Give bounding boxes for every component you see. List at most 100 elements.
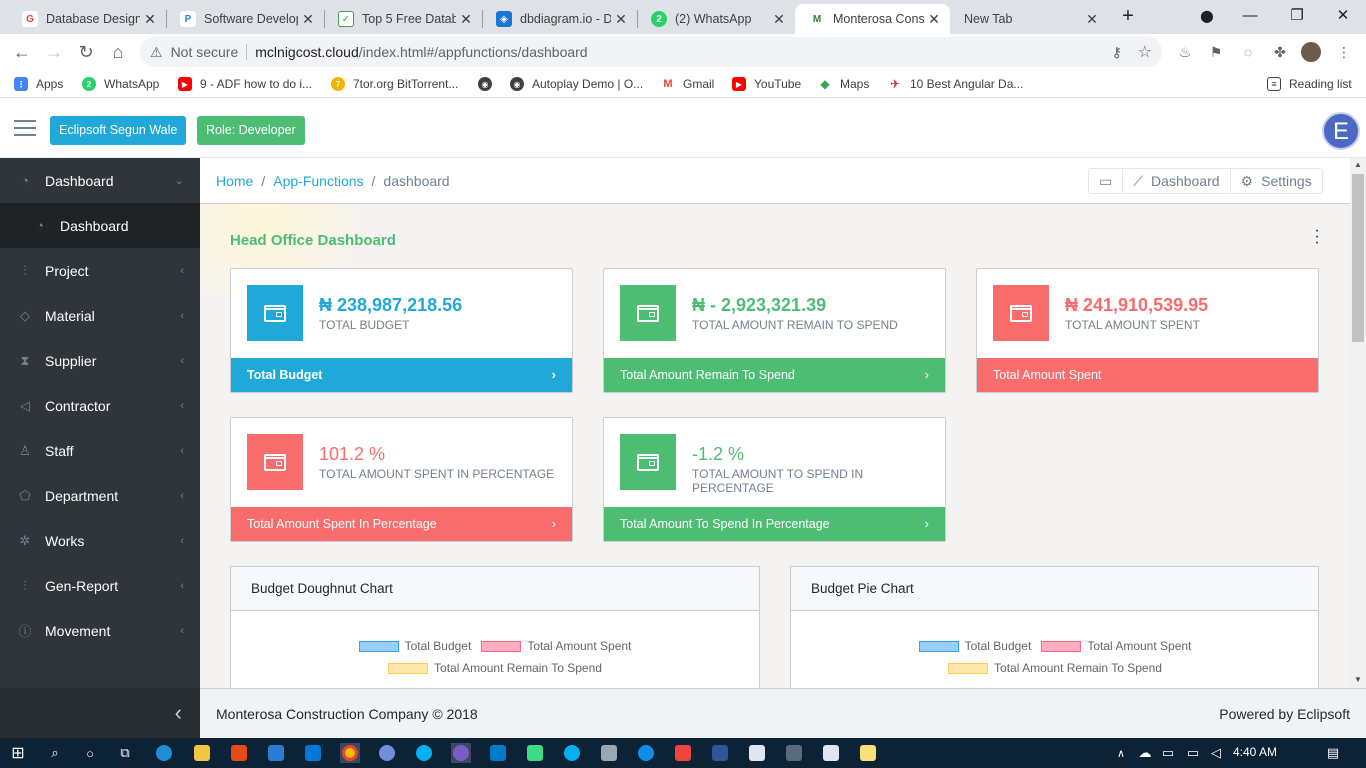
close-tab-icon[interactable]: ✕ xyxy=(140,11,160,28)
sidebar-item-dashboard[interactable]: ◔ Dashboard ⌄ xyxy=(0,158,200,203)
new-tab-icon[interactable]: + xyxy=(1108,4,1148,28)
legend-item[interactable]: Total Amount Spent xyxy=(1041,639,1191,653)
sidebar-item-gen-report[interactable]: ⫶ Gen-Report ‹ xyxy=(0,563,200,608)
more-options-icon[interactable]: · · · xyxy=(1311,223,1323,251)
scroll-down-icon[interactable]: ▼ xyxy=(1352,675,1364,684)
menu-dots-icon[interactable]: ⋮ xyxy=(1334,42,1354,62)
vscode-icon[interactable] xyxy=(488,743,508,763)
legend-item[interactable]: Total Budget xyxy=(358,639,471,653)
browser-tab[interactable]: New Tab ✕ xyxy=(950,4,1108,34)
bookmark-adf[interactable]: ▶ 9 - ADF how to do i... xyxy=(178,75,312,93)
legend-item[interactable]: Total Amount Remain To Spend xyxy=(948,661,1162,675)
sidebar-item-material[interactable]: ◇ Material ‹ xyxy=(0,293,200,338)
app-icon[interactable] xyxy=(821,743,841,763)
bookmark-gmail[interactable]: M Gmail xyxy=(661,75,714,93)
home-icon[interactable]: ⌂ xyxy=(106,40,130,64)
notifications-icon[interactable]: ▤ xyxy=(1323,743,1343,763)
close-tab-icon[interactable]: ✕ xyxy=(611,11,631,28)
hamburger-menu-icon[interactable] xyxy=(14,120,36,138)
app-icon[interactable] xyxy=(747,743,767,763)
chrome-canary-icon[interactable] xyxy=(377,743,397,763)
card-footer-link[interactable]: Total Amount Spent In Percentage › xyxy=(231,507,572,541)
legend-item[interactable]: Total Budget xyxy=(918,639,1031,653)
browser-tab[interactable]: P Software Develop ✕ xyxy=(166,4,324,34)
sidebar-item-project[interactable]: ⫶ Project ‹ xyxy=(0,248,200,293)
cloud-icon[interactable]: ☁ xyxy=(1135,743,1155,763)
dashboard-link[interactable]: ⟋ Dashboard xyxy=(1122,169,1229,193)
restore-icon[interactable]: ❐ xyxy=(1277,4,1317,28)
windows-start-icon[interactable]: ⊞ xyxy=(8,743,28,763)
close-tab-icon[interactable]: ✕ xyxy=(769,11,789,28)
forward-icon[interactable]: → xyxy=(42,40,66,64)
close-tab-icon[interactable]: ✕ xyxy=(1082,11,1102,28)
sidebar-item-department[interactable]: ⬠ Department ‹ xyxy=(0,473,200,518)
browser-tab-active[interactable]: M Monterosa Const ✕ xyxy=(795,4,950,34)
sidebar-item-movement[interactable]: ⓘ Movement ‹ xyxy=(0,608,200,653)
search-icon[interactable]: ⌕ xyxy=(45,743,65,763)
extension-icon[interactable]: ⚑ xyxy=(1206,42,1226,62)
bookmark-7tor[interactable]: 7 7tor.org BitTorrent... xyxy=(331,75,458,93)
scroll-up-icon[interactable]: ▲ xyxy=(1352,160,1364,169)
close-tab-icon[interactable]: ✕ xyxy=(298,11,318,28)
app-icon[interactable] xyxy=(451,743,471,763)
notes-icon[interactable] xyxy=(858,743,878,763)
bookmark-whatsapp[interactable]: 2 WhatsApp xyxy=(82,75,159,93)
sidebar-item-contractor[interactable]: ◁ Contractor ‹ xyxy=(0,383,200,428)
network-icon[interactable]: ▭ xyxy=(1158,743,1178,763)
url-text[interactable]: mclnigcost.cloud/index.html#/appfunction… xyxy=(255,44,587,60)
cortana-icon[interactable]: ○ xyxy=(80,743,100,763)
browser-tab[interactable]: ◈ dbdiagram.io - D ✕ xyxy=(482,4,637,34)
puzzle-icon[interactable]: ✤ xyxy=(1270,42,1290,62)
battery-icon[interactable]: ▭ xyxy=(1183,743,1203,763)
bookmark-autoplay[interactable]: ◉ Autoplay Demo | O... xyxy=(510,75,643,93)
address-bar[interactable]: ⚠ Not secure mclnigcost.cloud/index.html… xyxy=(140,37,1162,67)
close-tab-icon[interactable]: ✕ xyxy=(456,11,476,28)
browser-tab[interactable]: 2 (2) WhatsApp ✕ xyxy=(637,4,795,34)
browser-tab[interactable]: ✓ Top 5 Free Datab ✕ xyxy=(324,4,482,34)
bookmark-maps[interactable]: ◆ Maps xyxy=(818,75,869,93)
close-tab-icon[interactable]: ✕ xyxy=(924,11,944,28)
reading-list[interactable]: ≡ Reading list xyxy=(1267,75,1352,93)
card-footer-link[interactable]: Total Budget › xyxy=(231,358,572,392)
sidebar-item-works[interactable]: ✲ Works ‹ xyxy=(0,518,200,563)
remote-desktop-icon[interactable] xyxy=(599,743,619,763)
profile-avatar[interactable] xyxy=(1301,42,1321,62)
app-icon[interactable] xyxy=(784,743,804,763)
edge-icon[interactable] xyxy=(154,743,174,763)
sidebar-item-staff[interactable]: ♙ Staff ‹ xyxy=(0,428,200,473)
extension-icon[interactable]: ◌ xyxy=(1238,42,1258,62)
close-window-icon[interactable]: ✕ xyxy=(1323,4,1363,28)
anydesk-icon[interactable] xyxy=(673,743,693,763)
legend-item[interactable]: Total Amount Remain To Spend xyxy=(388,661,602,675)
company-button[interactable]: Eclipsoft Segun Wale xyxy=(50,116,187,145)
volume-icon[interactable]: ◁ xyxy=(1206,743,1226,763)
store-icon[interactable] xyxy=(303,743,323,763)
task-view-icon[interactable]: ⧉ xyxy=(115,743,135,763)
reload-icon[interactable]: ↻ xyxy=(74,40,98,64)
extension-icon[interactable]: ♨ xyxy=(1175,42,1195,62)
card-footer-link[interactable]: Total Amount Remain To Spend › xyxy=(604,358,945,392)
android-studio-icon[interactable] xyxy=(525,743,545,763)
bookmark-youtube[interactable]: ▶ YouTube xyxy=(732,75,801,93)
card-footer-link[interactable]: Total Amount To Spend In Percentage › xyxy=(604,507,945,541)
sidebar-item-supplier[interactable]: ⧗ Supplier ‹ xyxy=(0,338,200,383)
skype-icon[interactable] xyxy=(414,743,434,763)
legend-item[interactable]: Total Amount Spent xyxy=(481,639,631,653)
chrome-icon[interactable] xyxy=(340,743,360,763)
clock[interactable]: 4:40 AM xyxy=(1233,745,1277,759)
warning-icon[interactable]: ⚠ xyxy=(150,44,163,61)
bookmark-globe[interactable]: ◉ xyxy=(478,75,500,93)
minimize-icon[interactable]: — xyxy=(1230,4,1270,28)
security-warning[interactable]: Not secure xyxy=(171,44,239,60)
mail-icon[interactable] xyxy=(266,743,286,763)
file-explorer-icon[interactable] xyxy=(192,743,212,763)
role-button[interactable]: Role: Developer xyxy=(197,116,305,145)
office-icon[interactable] xyxy=(229,743,249,763)
avatar[interactable]: E xyxy=(1322,112,1360,150)
sidebar-minimizer-icon[interactable]: ‹ xyxy=(0,688,200,738)
breadcrumb-app-functions[interactable]: App-Functions xyxy=(273,173,363,189)
word-icon[interactable] xyxy=(710,743,730,763)
teamviewer-icon[interactable] xyxy=(636,743,656,763)
bookmark-star-icon[interactable]: ☆ xyxy=(1138,42,1152,62)
back-icon[interactable]: ← xyxy=(10,40,34,64)
